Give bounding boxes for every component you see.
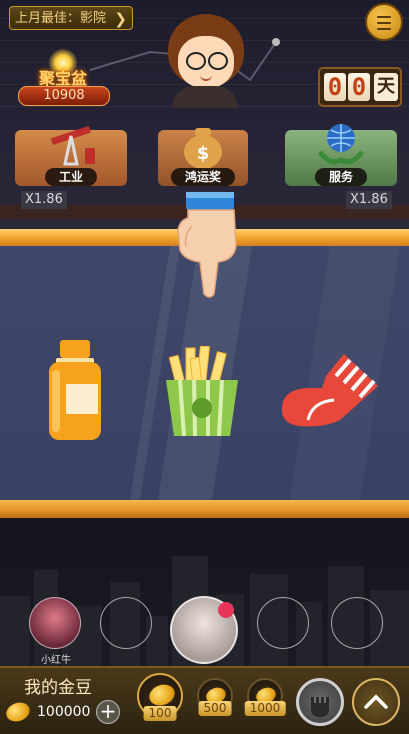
beans-balance: 100000 [37, 704, 91, 720]
expand-up-button[interactable] [352, 678, 400, 726]
days-unit: 天 [374, 73, 398, 101]
host-avatar [178, 36, 234, 88]
glasses-icon [186, 52, 206, 70]
sock-icon [281, 354, 378, 427]
industry-card-lucky[interactable]: $ 鸿运奖 [158, 128, 248, 186]
player-seat[interactable] [29, 597, 81, 649]
svg-text:$: $ [197, 143, 210, 164]
industry-multiplier: X1.86 [346, 191, 392, 209]
days-digit: 0 [348, 73, 370, 101]
bet-label: 1000 [244, 701, 286, 716]
bet-chip-100[interactable]: 100 [137, 673, 183, 721]
pointing-hand-icon [177, 192, 237, 298]
industry-multiplier: X1.86 [21, 191, 67, 209]
machine-bottom-rail [0, 500, 409, 518]
last-month-best-button[interactable]: 上月最佳：影院 ❯ [9, 6, 133, 30]
chevron-up-icon [364, 694, 388, 709]
bet-label: 500 [198, 701, 232, 716]
fist-icon [311, 697, 329, 717]
menu-button[interactable] [365, 3, 403, 41]
bet-label: 100 [143, 706, 177, 721]
globe-hand-icon [318, 124, 364, 165]
industry-card-service[interactable]: 服务 [285, 124, 397, 186]
player-seat-empty[interactable] [100, 597, 152, 649]
gold-bean-icon [146, 681, 178, 709]
fries-icon [166, 346, 238, 437]
player-seat[interactable] [170, 596, 238, 664]
treasure-bowl[interactable]: 聚宝盆 10908 [12, 48, 114, 110]
chevron-right-icon: ❯ [114, 10, 127, 28]
player-seat-empty[interactable] [331, 597, 383, 649]
oil-pump-icon [50, 126, 95, 166]
player-name: 小红牛 [41, 655, 71, 666]
days-digit: 0 [324, 73, 346, 101]
mouth-icon [200, 74, 212, 81]
treasure-value: 10908 [18, 86, 110, 106]
days-counter: 0 0 天 [318, 67, 402, 107]
fist-button[interactable] [296, 678, 344, 726]
add-beans-button[interactable]: + [96, 700, 120, 724]
bet-chip-500[interactable]: 500 [197, 678, 233, 716]
industry-card-industry[interactable]: 工业 [15, 126, 127, 186]
last-month-best-label: 上月最佳：影院 [15, 11, 107, 26]
industry-label: 鸿运奖 [170, 168, 236, 186]
notification-badge [218, 602, 234, 618]
money-bag-icon: $ [184, 128, 222, 169]
player-seat-empty[interactable] [257, 597, 309, 649]
menu-icon [377, 16, 391, 18]
my-beans-title: 我的金豆 [24, 678, 92, 698]
bottle-icon [49, 340, 101, 440]
industry-label: 服务 [314, 168, 368, 186]
bet-chip-1000[interactable]: 1000 [244, 678, 286, 716]
host-avatar-body [172, 86, 238, 108]
industry-label: 工业 [44, 168, 98, 186]
